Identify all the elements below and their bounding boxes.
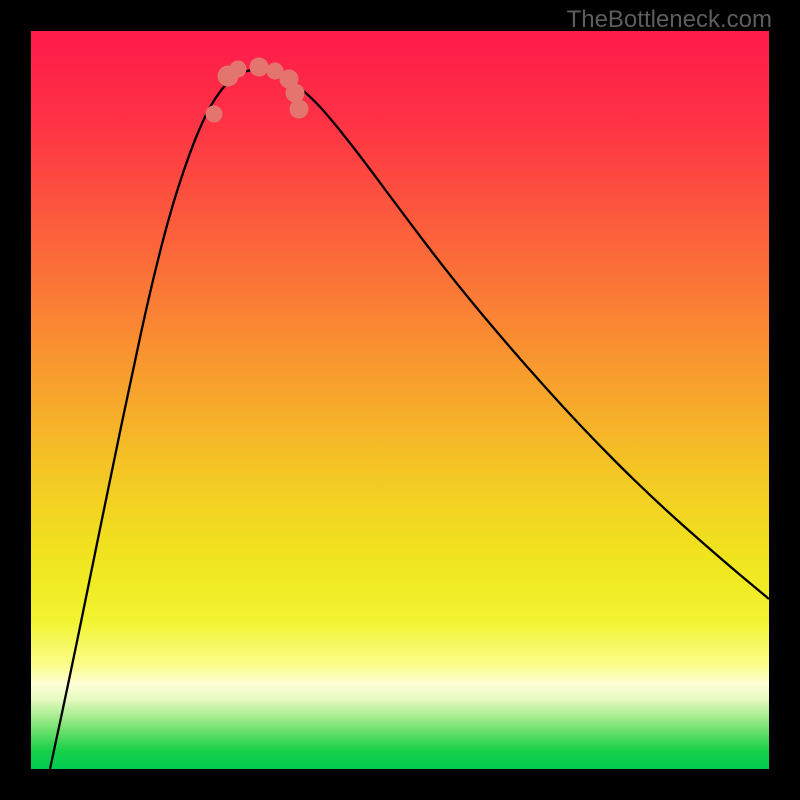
- curve-marker: [206, 106, 222, 122]
- curve-path: [50, 70, 769, 770]
- watermark-text: TheBottleneck.com: [567, 6, 772, 34]
- curve-marker: [290, 100, 308, 118]
- chart-frame: TheBottleneck.com: [0, 0, 800, 800]
- bottleneck-curve: [31, 31, 769, 769]
- curve-marker: [230, 61, 246, 77]
- curve-marker: [250, 58, 268, 76]
- plot-area: [31, 31, 769, 769]
- curve-marker: [286, 84, 304, 102]
